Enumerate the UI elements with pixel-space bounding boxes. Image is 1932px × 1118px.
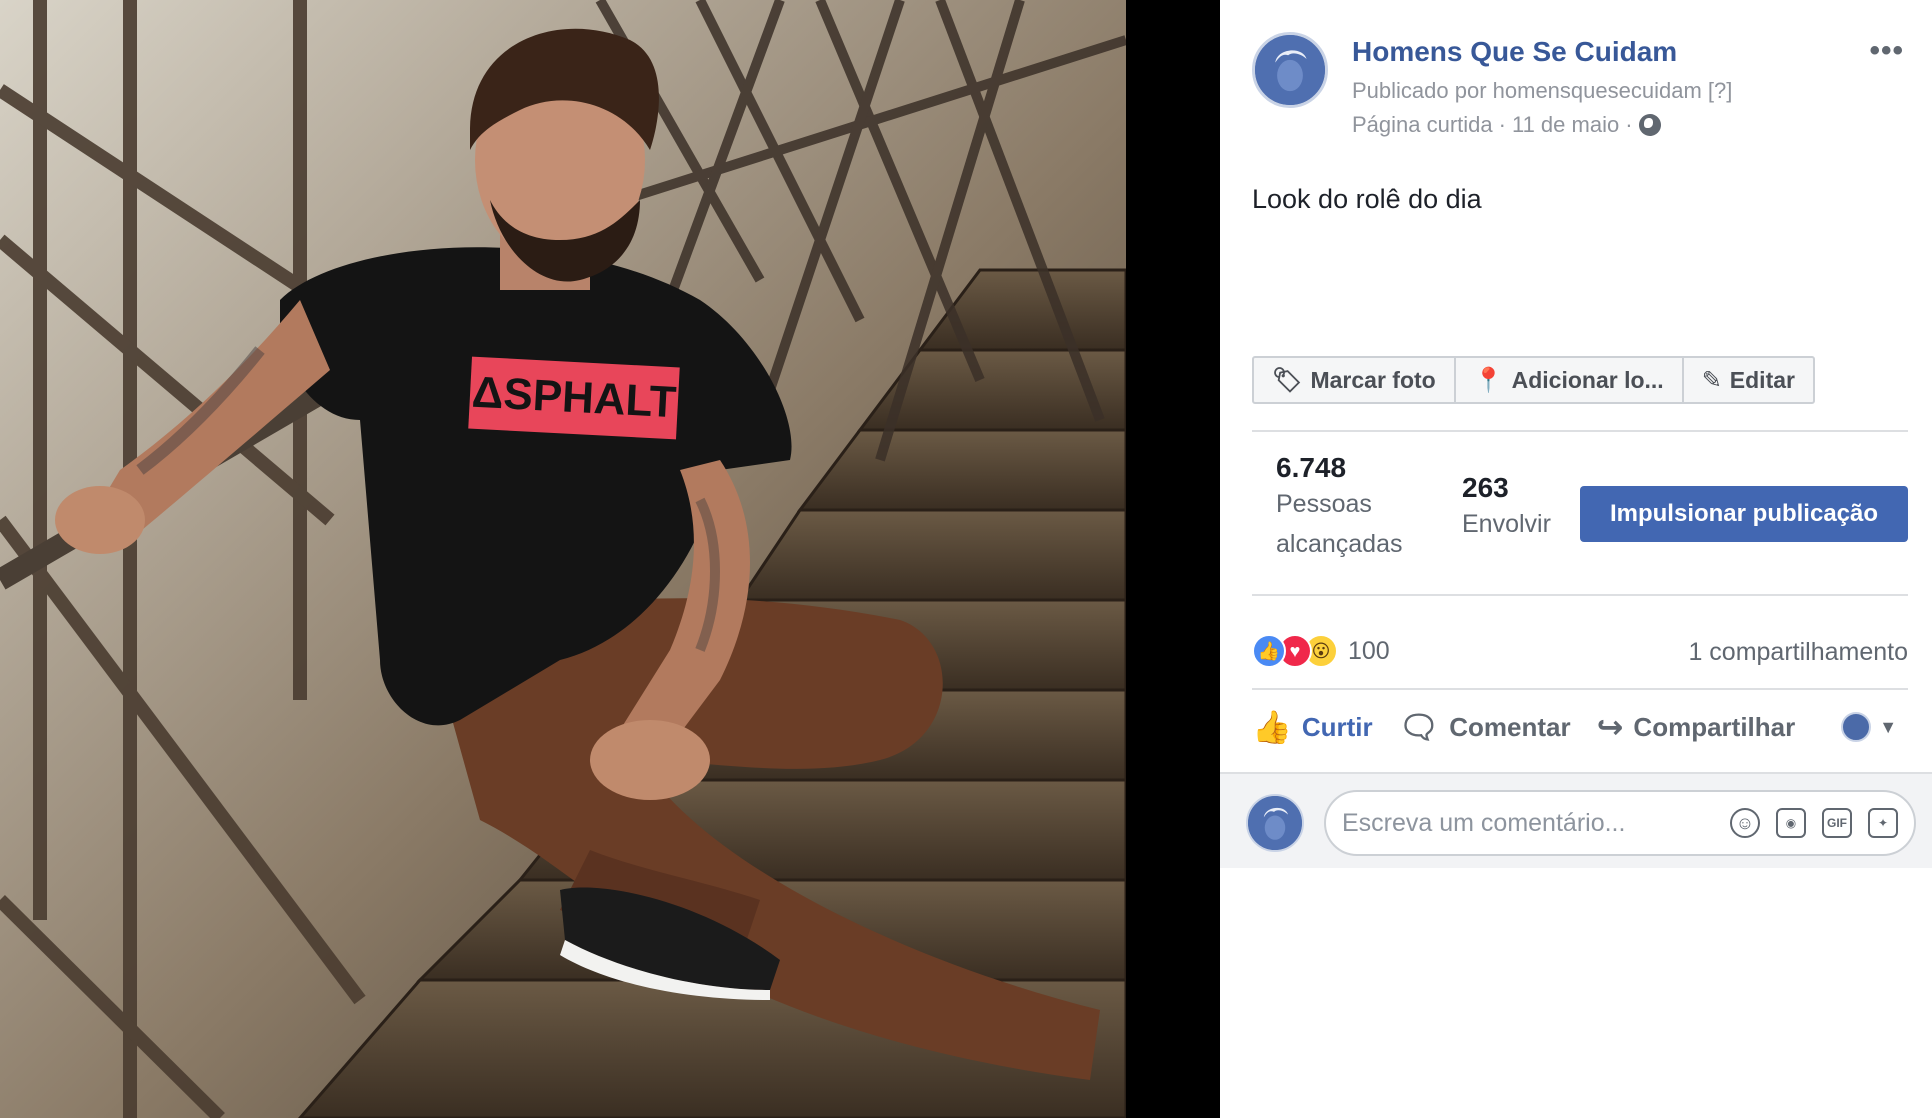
more-options-icon[interactable]: ••• — [1869, 34, 1904, 68]
camera-icon[interactable]: ◉ — [1776, 808, 1806, 838]
chevron-down-icon: ▼ — [1879, 716, 1898, 737]
engagement-label: Envolvir — [1462, 510, 1551, 538]
comment-input-wrapper: ☺ ◉ GIF ✦ — [1324, 790, 1916, 856]
commenter-avatar[interactable] — [1246, 794, 1304, 852]
comment-button[interactable]: 🗨 Comentar — [1399, 708, 1571, 746]
post-date-link[interactable]: 11 de maio — [1512, 112, 1619, 138]
globe-icon[interactable] — [1638, 114, 1661, 136]
published-by-line: Publicado por homensquesecuidam [?] — [1352, 78, 1732, 104]
like-label: Curtir — [1301, 711, 1373, 742]
tag-photo-button[interactable]: 🏷 Marcar foto — [1254, 358, 1456, 402]
post-meta-line: Página curtida · 11 de maio · — [1352, 112, 1661, 138]
audience-avatar — [1841, 712, 1872, 742]
divider — [1252, 594, 1908, 596]
comment-label: Comentar — [1449, 711, 1571, 742]
edit-button[interactable]: ✎ Editar — [1684, 358, 1813, 402]
gif-icon[interactable]: GIF — [1822, 808, 1852, 838]
share-arrow-icon: ↪ — [1596, 709, 1624, 745]
meta-separator: · — [1625, 112, 1633, 137]
meta-separator: · — [1498, 112, 1506, 137]
post-photo[interactable]: ΔSPHALT — [0, 0, 1126, 1118]
emoji-icon[interactable]: ☺ — [1730, 808, 1760, 838]
sticker-icon[interactable]: ✦ — [1868, 808, 1898, 838]
people-reached-label-2: alcançadas — [1276, 530, 1403, 558]
post-actions-bar: 👍 Curtir 🗨 Comentar ↪ Compartilhar ▼ — [1252, 708, 1897, 746]
reactions-summary[interactable]: 👍 ♥ 😮 100 — [1252, 634, 1390, 668]
add-location-button[interactable]: 📍 Adicionar lo... — [1456, 358, 1684, 402]
commenter-avatar-icon — [1248, 796, 1302, 850]
share-count-link[interactable]: 1 compartilhamento — [1688, 638, 1908, 667]
comment-section: ☺ ◉ GIF ✦ — [1220, 772, 1932, 1118]
people-reached-stat[interactable]: 6.748 Pessoas alcançadas — [1276, 452, 1402, 564]
comment-tools: ☺ ◉ GIF ✦ — [1730, 808, 1898, 838]
help-tag[interactable]: [?] — [1708, 78, 1732, 103]
divider — [1252, 688, 1908, 690]
reaction-count: 100 — [1348, 636, 1390, 665]
post-text: Look do rolê do dia — [1252, 184, 1482, 214]
tag-icon: 🏷 — [1272, 366, 1303, 394]
post-side-panel: Homens Que Se Cuidam Publicado por homen… — [1220, 0, 1932, 1118]
engagement-stat[interactable]: 263 Envolvir — [1462, 472, 1551, 544]
divider — [1252, 430, 1908, 432]
tag-photo-label: Marcar foto — [1310, 366, 1436, 393]
share-button[interactable]: ↪ Compartilhar — [1597, 708, 1796, 746]
comment-bubble-icon: 🗨 — [1398, 709, 1440, 745]
edit-label: Editar — [1729, 366, 1795, 393]
comment-input[interactable] — [1342, 808, 1730, 838]
page-avatar[interactable] — [1252, 32, 1328, 108]
published-by-text[interactable]: Publicado por homensquesecuidam — [1352, 78, 1702, 103]
thumbs-up-icon: 👍 — [1252, 709, 1292, 745]
people-reached-label-1: Pessoas — [1276, 490, 1372, 518]
page-avatar-icon — [1255, 35, 1325, 105]
people-reached-value: 6.748 — [1276, 452, 1347, 483]
page-liked-label: Página curtida — [1352, 112, 1493, 137]
audience-selector[interactable]: ▼ — [1841, 712, 1897, 742]
boost-post-button[interactable]: Impulsionar publicação — [1580, 486, 1908, 542]
photo-viewer-gap — [1126, 0, 1220, 1118]
pencil-icon: ✎ — [1701, 366, 1722, 394]
like-reaction-icon: 👍 — [1252, 634, 1286, 668]
like-button[interactable]: 👍 Curtir — [1252, 708, 1373, 746]
photo-tools-bar: 🏷 Marcar foto 📍 Adicionar lo... ✎ Editar — [1252, 356, 1815, 404]
page-name-link[interactable]: Homens Que Se Cuidam — [1352, 36, 1677, 68]
share-label: Compartilhar — [1633, 711, 1796, 742]
add-location-label: Adicionar lo... — [1511, 366, 1664, 393]
engagement-value: 263 — [1462, 472, 1509, 503]
photo-illustration: ΔSPHALT — [0, 0, 1126, 1118]
location-pin-icon: 📍 — [1473, 366, 1504, 394]
